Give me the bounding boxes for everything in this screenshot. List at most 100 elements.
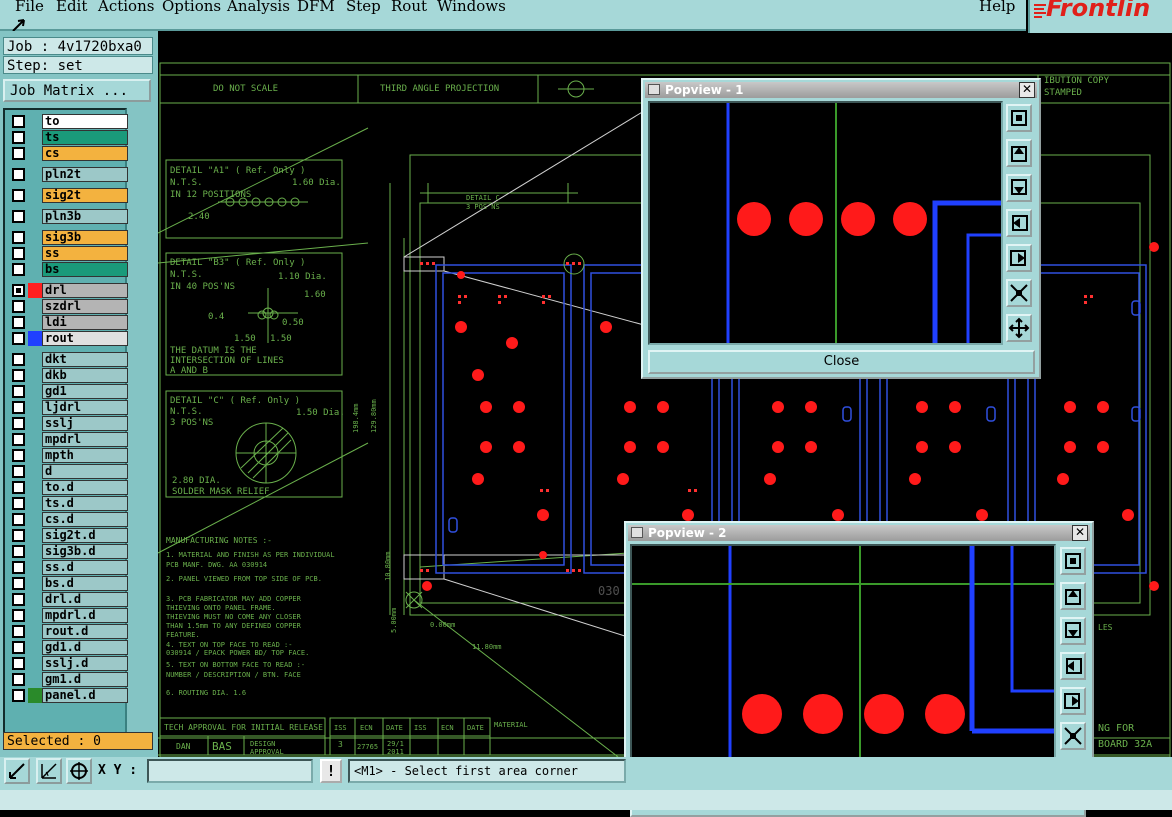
- pan-down-icon[interactable]: [1060, 617, 1086, 645]
- layer-name[interactable]: pln3b: [42, 209, 128, 224]
- layer-color-swatch[interactable]: [28, 246, 42, 261]
- layer-row-panel-d[interactable]: panel.d: [8, 688, 128, 703]
- menu-actions[interactable]: Actions: [98, 0, 154, 15]
- layer-row-sig2t[interactable]: sig2t: [8, 188, 128, 203]
- pan-up-icon[interactable]: [1006, 139, 1032, 167]
- window-menu-icon[interactable]: [648, 84, 660, 95]
- layer-color-swatch[interactable]: [28, 384, 42, 399]
- layer-row-sig3b-d[interactable]: sig3b.d: [8, 544, 128, 559]
- layer-row-dkt[interactable]: dkt: [8, 352, 128, 367]
- zoom-fit-icon[interactable]: [1006, 104, 1032, 132]
- layer-checkbox[interactable]: [12, 247, 25, 260]
- layer-checkbox[interactable]: [12, 115, 25, 128]
- layer-checkbox[interactable]: [12, 131, 25, 144]
- popview-1-close-icon[interactable]: ✕: [1019, 82, 1035, 98]
- layer-checkbox[interactable]: [12, 689, 25, 702]
- menu-edit[interactable]: Edit: [56, 0, 87, 15]
- grid-snap-icon[interactable]: [66, 758, 92, 784]
- layer-color-swatch[interactable]: [28, 624, 42, 639]
- layer-checkbox[interactable]: [12, 593, 25, 606]
- popview-1[interactable]: Popview - 1 ✕ Close: [641, 78, 1041, 379]
- layer-color-swatch[interactable]: [28, 368, 42, 383]
- menu-help[interactable]: Help: [979, 0, 1015, 15]
- layer-row-ldi[interactable]: ldi: [8, 315, 128, 330]
- layer-name[interactable]: d: [42, 464, 128, 479]
- layer-row-d[interactable]: d: [8, 464, 128, 479]
- layer-name[interactable]: ss: [42, 246, 128, 261]
- layer-checkbox[interactable]: [12, 529, 25, 542]
- layer-row-cs-d[interactable]: cs.d: [8, 512, 128, 527]
- layer-checkbox[interactable]: [12, 417, 25, 430]
- layer-row-drl-d[interactable]: drl.d: [8, 592, 128, 607]
- layer-row-ss[interactable]: ss: [8, 246, 128, 261]
- pan-right-icon[interactable]: [1006, 244, 1032, 272]
- layer-color-swatch[interactable]: [28, 640, 42, 655]
- layer-row-gm1-d[interactable]: gm1.d: [8, 672, 128, 687]
- menu-windows[interactable]: Windows: [437, 0, 506, 15]
- layer-color-swatch[interactable]: [28, 188, 42, 203]
- layer-name[interactable]: ss.d: [42, 560, 128, 575]
- layer-checkbox[interactable]: [12, 168, 25, 181]
- layer-name[interactable]: mpdrl.d: [42, 608, 128, 623]
- layer-checkbox[interactable]: [12, 497, 25, 510]
- layer-row-gd1-d[interactable]: gd1.d: [8, 640, 128, 655]
- layer-name[interactable]: rout: [42, 331, 128, 346]
- layer-color-swatch[interactable]: [28, 448, 42, 463]
- layer-name[interactable]: ljdrl: [42, 400, 128, 415]
- layer-checkbox[interactable]: [12, 263, 25, 276]
- layer-color-swatch[interactable]: [28, 114, 42, 129]
- layer-name[interactable]: ts: [42, 130, 128, 145]
- measure-icon[interactable]: [36, 758, 62, 784]
- layer-color-swatch[interactable]: [28, 528, 42, 543]
- menu-step[interactable]: Step: [346, 0, 381, 15]
- layer-checkbox[interactable]: [12, 609, 25, 622]
- layer-color-swatch[interactable]: [28, 496, 42, 511]
- layer-color-swatch[interactable]: [28, 352, 42, 367]
- layer-row-bs-d[interactable]: bs.d: [8, 576, 128, 591]
- layer-name[interactable]: drl: [42, 283, 128, 298]
- layer-checkbox[interactable]: [12, 513, 25, 526]
- layer-row-ljdrl[interactable]: ljdrl: [8, 400, 128, 415]
- layer-checkbox[interactable]: [12, 433, 25, 446]
- layer-row-sig2t-d[interactable]: sig2t.d: [8, 528, 128, 543]
- layer-name[interactable]: sslj: [42, 416, 128, 431]
- layer-checkbox[interactable]: [12, 210, 25, 223]
- layer-name[interactable]: sslj.d: [42, 656, 128, 671]
- pan-down-icon[interactable]: [1006, 174, 1032, 202]
- layer-checkbox[interactable]: [12, 577, 25, 590]
- layer-checkbox[interactable]: [12, 284, 25, 297]
- menu-file[interactable]: File: [15, 0, 44, 15]
- layer-checkbox[interactable]: [12, 465, 25, 478]
- layer-name[interactable]: gd1: [42, 384, 128, 399]
- layer-checkbox[interactable]: [12, 641, 25, 654]
- zoom-fit-icon[interactable]: [1060, 547, 1086, 575]
- layer-color-swatch[interactable]: [28, 576, 42, 591]
- pan-left-icon[interactable]: [1006, 209, 1032, 237]
- layer-color-swatch[interactable]: [28, 299, 42, 314]
- popview-1-close-button[interactable]: Close: [648, 350, 1035, 374]
- layer-color-swatch[interactable]: [28, 512, 42, 527]
- zoom-area-icon[interactable]: [4, 758, 30, 784]
- layer-name[interactable]: bs: [42, 262, 128, 277]
- layer-row-to-d[interactable]: to.d: [8, 480, 128, 495]
- layer-checkbox[interactable]: [12, 369, 25, 382]
- menu-analysis[interactable]: Analysis: [227, 0, 290, 15]
- pan-left-icon[interactable]: [1060, 652, 1086, 680]
- layer-name[interactable]: cs.d: [42, 512, 128, 527]
- layer-name[interactable]: pln2t: [42, 167, 128, 182]
- layer-color-swatch[interactable]: [28, 432, 42, 447]
- layer-row-rout[interactable]: rout: [8, 331, 128, 346]
- layer-checkbox[interactable]: [12, 332, 25, 345]
- popview-1-titlebar[interactable]: Popview - 1 ✕: [645, 82, 1037, 98]
- layer-name[interactable]: dkb: [42, 368, 128, 383]
- layer-row-szdrl[interactable]: szdrl: [8, 299, 128, 314]
- layer-color-swatch[interactable]: [28, 656, 42, 671]
- layer-color-swatch[interactable]: [28, 262, 42, 277]
- layer-checkbox[interactable]: [12, 353, 25, 366]
- layer-name[interactable]: mpdrl: [42, 432, 128, 447]
- layer-color-swatch[interactable]: [28, 672, 42, 687]
- layer-color-swatch[interactable]: [28, 560, 42, 575]
- layer-row-dkb[interactable]: dkb: [8, 368, 128, 383]
- popview-2-view[interactable]: [630, 544, 1056, 790]
- zoom-out-icon[interactable]: [1060, 722, 1086, 750]
